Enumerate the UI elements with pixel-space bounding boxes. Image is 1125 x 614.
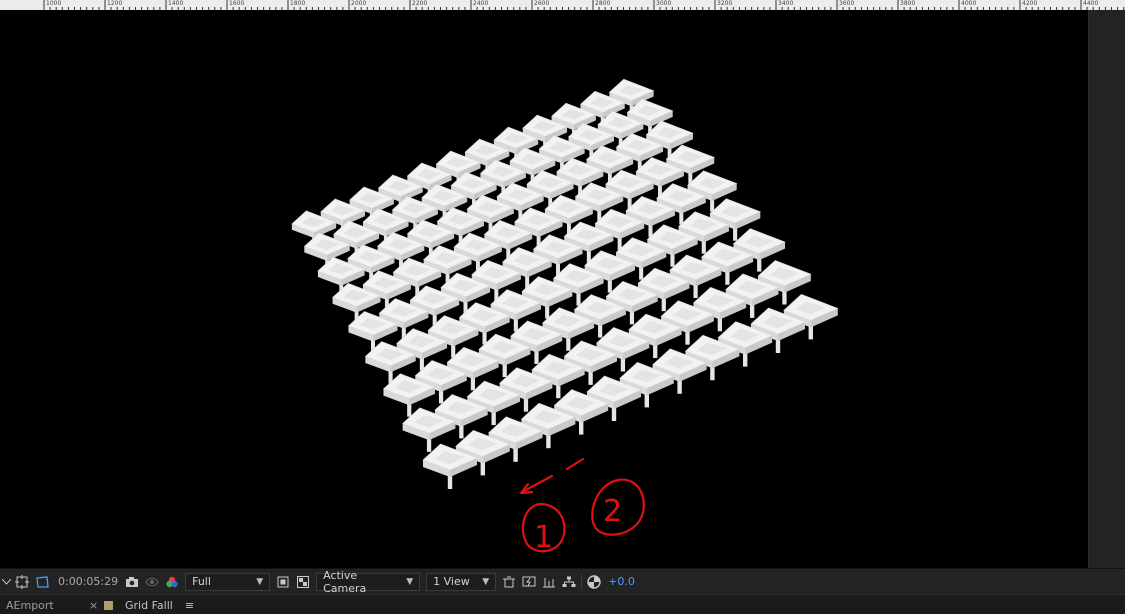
show-snapshot-icon[interactable] (142, 572, 162, 592)
toolbar-separator (581, 573, 583, 590)
resolution-dropdown[interactable]: Full ▼ (185, 572, 271, 591)
ruler-label: 2800 (595, 0, 610, 7)
red-annotations: 1 2 (519, 457, 645, 555)
tab-aemport-label: AEmport (6, 598, 54, 612)
ruler-label: 2000 (351, 0, 366, 7)
chevron-down-icon: ▼ (406, 576, 414, 587)
reset-exposure-icon[interactable] (584, 572, 604, 592)
panel-tab-bar: AEmport × Grid Falll ≡ (0, 594, 1125, 614)
camera-snapshot-icon[interactable] (122, 572, 142, 592)
annotation-number-2: 2 (603, 494, 622, 529)
ruler-label: 3000 (656, 0, 671, 7)
ruler-label: 2200 (412, 0, 427, 7)
tile-grid (291, 78, 839, 489)
resolution-value: Full (192, 575, 211, 588)
annotation-number-1: 1 (534, 520, 553, 555)
right-side-panel (1088, 10, 1125, 568)
close-icon[interactable]: × (89, 596, 98, 614)
grid-scene: 1 2 (291, 78, 839, 555)
ruler-label: 1400 (168, 0, 183, 7)
composition-color-swatch (104, 600, 113, 610)
tab-grid-falll[interactable]: Grid Falll ≡ (104, 596, 194, 614)
region-of-interest-icon[interactable] (12, 572, 32, 592)
view-layout-dropdown[interactable]: 1 View ▼ (426, 572, 497, 591)
timeline-icon[interactable] (539, 572, 559, 592)
annotation-dash (565, 457, 585, 471)
ruler-label: 3800 (900, 0, 915, 7)
fast-preview-icon[interactable] (519, 572, 539, 592)
camera-view-dropdown[interactable]: Active Camera ▼ (316, 569, 421, 595)
ruler-ticks: 1000 1200 1400 1600 1800 2000 2200 2400 2600 2800… (0, 0, 1125, 10)
flowchart-icon[interactable] (559, 572, 579, 592)
channel-rgb-icon[interactable] (162, 572, 182, 592)
timecode[interactable]: 0:00:05:29 (52, 575, 122, 588)
tab-grid-falll-label: Grid Falll (125, 598, 173, 612)
ruler-label: 3200 (717, 0, 732, 7)
ruler-label: 1200 (107, 0, 122, 7)
ruler-label: 2400 (473, 0, 488, 7)
ruler-label: 3600 (839, 0, 854, 7)
tab-aemport[interactable]: AEmport (6, 596, 54, 614)
horizontal-ruler: 1000 1200 1400 1600 1800 2000 2200 2400 2600 2800… (0, 0, 1125, 10)
ruler-label: 4400 (1083, 0, 1098, 7)
ruler-label: 1000 (46, 0, 61, 7)
ruler-label: 1600 (229, 0, 244, 7)
ruler-label: 4000 (961, 0, 976, 7)
region-toggle-icon[interactable] (273, 572, 293, 592)
chevron-down-icon: ▼ (482, 576, 490, 587)
view-layout-value: 1 View (433, 575, 470, 588)
tab-menu-icon[interactable]: ≡ (185, 599, 194, 612)
annotation-arrow-line (520, 474, 554, 494)
checkerboard-icon[interactable] (293, 572, 313, 592)
chevron-down-icon: ▼ (256, 576, 264, 587)
composition-viewport[interactable]: 1 2 (0, 10, 1088, 568)
ruler-label: 3400 (778, 0, 793, 7)
viewer-toolbar: 0:00:05:29 Full ▼ Active Camera ▼ 1 View… (0, 568, 1125, 595)
transparency-grid-icon[interactable] (32, 572, 52, 592)
ruler-label: 4200 (1022, 0, 1037, 7)
ruler-label: 1800 (290, 0, 305, 7)
chevron-down-icon[interactable] (0, 572, 12, 592)
ruler-label: 2600 (534, 0, 549, 7)
pixel-aspect-icon[interactable] (499, 572, 519, 592)
camera-view-value: Active Camera (323, 568, 367, 595)
exposure-value[interactable]: +0.0 (604, 575, 635, 588)
